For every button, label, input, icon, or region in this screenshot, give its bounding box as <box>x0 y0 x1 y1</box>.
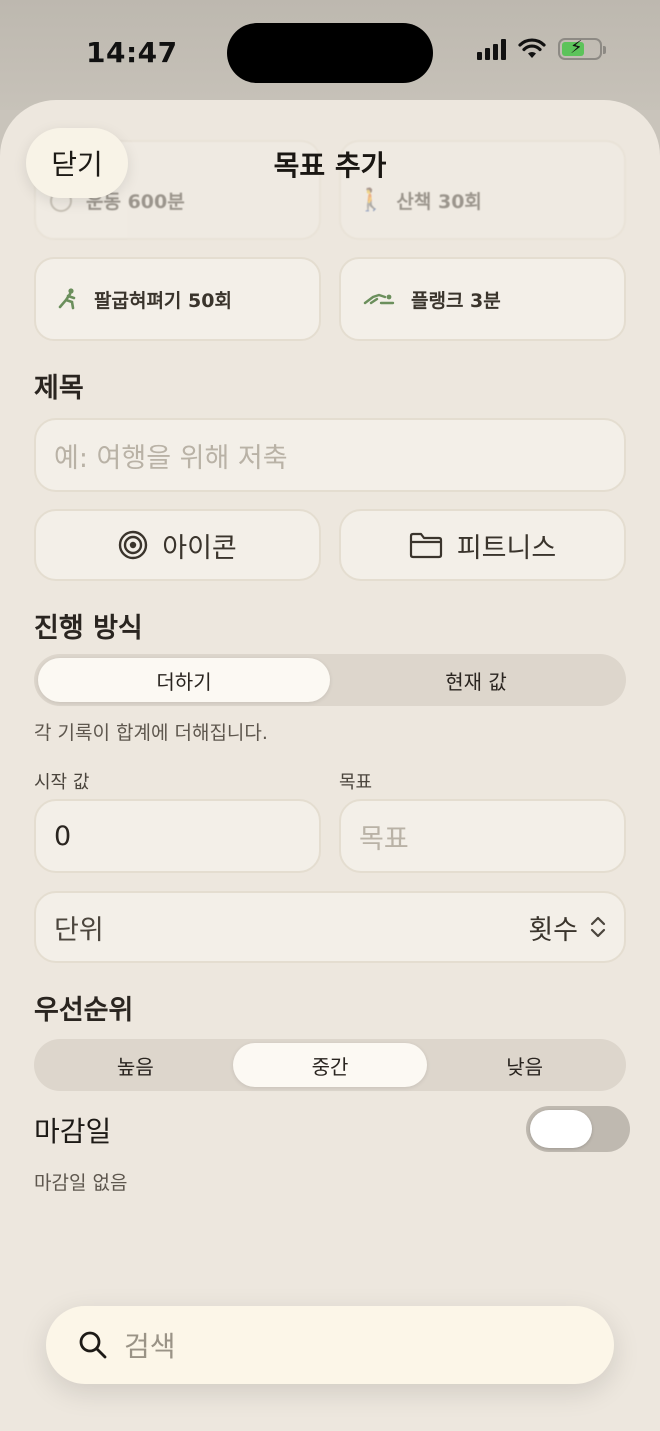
status-time: 14:47 <box>86 36 178 69</box>
priority-high[interactable]: 높음 <box>38 1043 233 1087</box>
add-goal-sheet: 닫기 목표 추가 운동 600분 🚶 산책 30회 팔굽혀펴기 50회 플랭크 … <box>0 100 660 1431</box>
target-icon <box>119 530 148 560</box>
search-bar[interactable]: 검색 <box>46 1306 614 1384</box>
deadline-hint: 마감일 없음 <box>34 1172 128 1194</box>
category-picker-button[interactable]: 피트니스 <box>339 509 626 581</box>
progress-mode-add[interactable]: 더하기 <box>38 658 330 702</box>
progress-mode-label: 진행 방식 <box>34 613 143 644</box>
unit-value: 횟수 <box>528 914 578 946</box>
target-value-input[interactable]: 목표 <box>339 799 626 873</box>
preset-card-plank[interactable]: 플랭크 3분 <box>339 257 626 341</box>
goal-title-input[interactable]: 예: 여행을 위해 저축 <box>34 418 626 492</box>
icon-button-label: 아이콘 <box>162 532 237 564</box>
search-icon <box>79 1331 107 1359</box>
title-section-label: 제목 <box>34 373 84 404</box>
walk-icon: 🚶 <box>357 188 385 213</box>
preset-label: 팔굽혀펴기 50회 <box>94 289 232 312</box>
icon-picker-button[interactable]: 아이콘 <box>34 509 321 581</box>
priority-label: 우선순위 <box>34 995 134 1026</box>
status-icons: ⚡ <box>477 37 606 60</box>
category-button-label: 피트니스 <box>456 532 557 564</box>
preset-label: 플랭크 3분 <box>411 289 501 312</box>
progress-mode-hint: 각 기록이 합계에 더해집니다. <box>34 722 268 744</box>
deadline-label: 마감일 <box>34 1115 112 1148</box>
unit-label: 단위 <box>54 914 104 946</box>
dynamic-island <box>227 23 433 83</box>
priority-medium[interactable]: 중간 <box>232 1043 428 1087</box>
wifi-icon <box>518 38 546 58</box>
priority-low[interactable]: 낮음 <box>427 1043 622 1087</box>
plank-icon <box>361 289 397 309</box>
chevron-up-down-icon <box>590 916 606 938</box>
battery-icon: ⚡ <box>558 37 606 60</box>
preset-label: 산책 30회 <box>396 191 482 213</box>
pushup-icon <box>50 287 86 311</box>
preset-card-pushup[interactable]: 팔굽혀펴기 50회 <box>34 257 321 341</box>
progress-mode-current[interactable]: 현재 값 <box>330 658 622 702</box>
folder-icon <box>409 532 442 559</box>
start-value-input[interactable]: 0 <box>34 799 321 873</box>
search-placeholder: 검색 <box>124 1330 176 1363</box>
deadline-toggle[interactable] <box>526 1106 630 1152</box>
cellular-signal-icon <box>477 38 506 60</box>
close-button[interactable]: 닫기 <box>26 128 128 198</box>
target-value-label: 목표 <box>339 772 373 793</box>
progress-mode-segmented-control: 더하기 현재 값 <box>34 654 626 706</box>
status-bar: 14:47 ⚡ <box>0 0 660 110</box>
priority-segmented-control: 높음 중간 낮음 <box>34 1039 626 1091</box>
unit-picker[interactable]: 단위 횟수 <box>34 891 626 963</box>
start-value-label: 시작 값 <box>34 772 90 793</box>
